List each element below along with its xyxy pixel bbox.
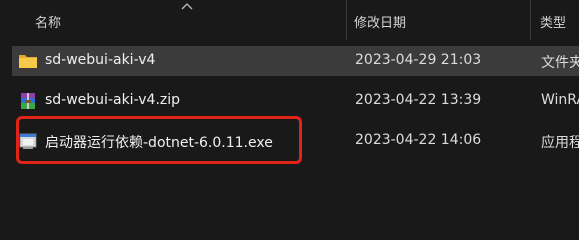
archive-icon xyxy=(21,93,35,109)
file-name: sd-webui-aki-v4.zip xyxy=(45,92,181,108)
file-type: 应用程序 xyxy=(541,135,579,151)
file-name: 启动器运行依赖-dotnet-6.0.11.exe xyxy=(45,135,273,151)
file-modified: 2023-04-29 21:03 xyxy=(355,52,482,68)
column-divider[interactable] xyxy=(530,0,531,40)
file-type: 文件夹 xyxy=(541,55,579,71)
file-type: WinRAR xyxy=(541,92,579,108)
folder-icon xyxy=(19,55,37,68)
file-name: sd-webui-aki-v4 xyxy=(45,52,156,68)
file-row-installer[interactable]: 启动器运行依赖-dotnet-6.0.11.exe 2023-04-22 14:… xyxy=(12,126,579,156)
file-row-archive[interactable]: sd-webui-aki-v4.zip 2023-04-22 13:39 Win… xyxy=(12,86,579,116)
file-modified: 2023-04-22 13:39 xyxy=(355,92,482,108)
sort-ascending-icon xyxy=(181,3,193,10)
file-modified: 2023-04-22 14:06 xyxy=(355,132,482,148)
file-row-folder[interactable]: sd-webui-aki-v4 2023-04-29 21:03 文件夹 xyxy=(12,46,579,76)
installer-icon xyxy=(19,133,37,149)
column-header-type[interactable]: 类型 xyxy=(540,12,566,31)
column-header-bar: 名称 修改日期 类型 xyxy=(0,0,579,40)
column-header-modified[interactable]: 修改日期 xyxy=(354,12,406,31)
column-divider[interactable] xyxy=(346,0,347,40)
column-header-name[interactable]: 名称 xyxy=(35,12,61,31)
